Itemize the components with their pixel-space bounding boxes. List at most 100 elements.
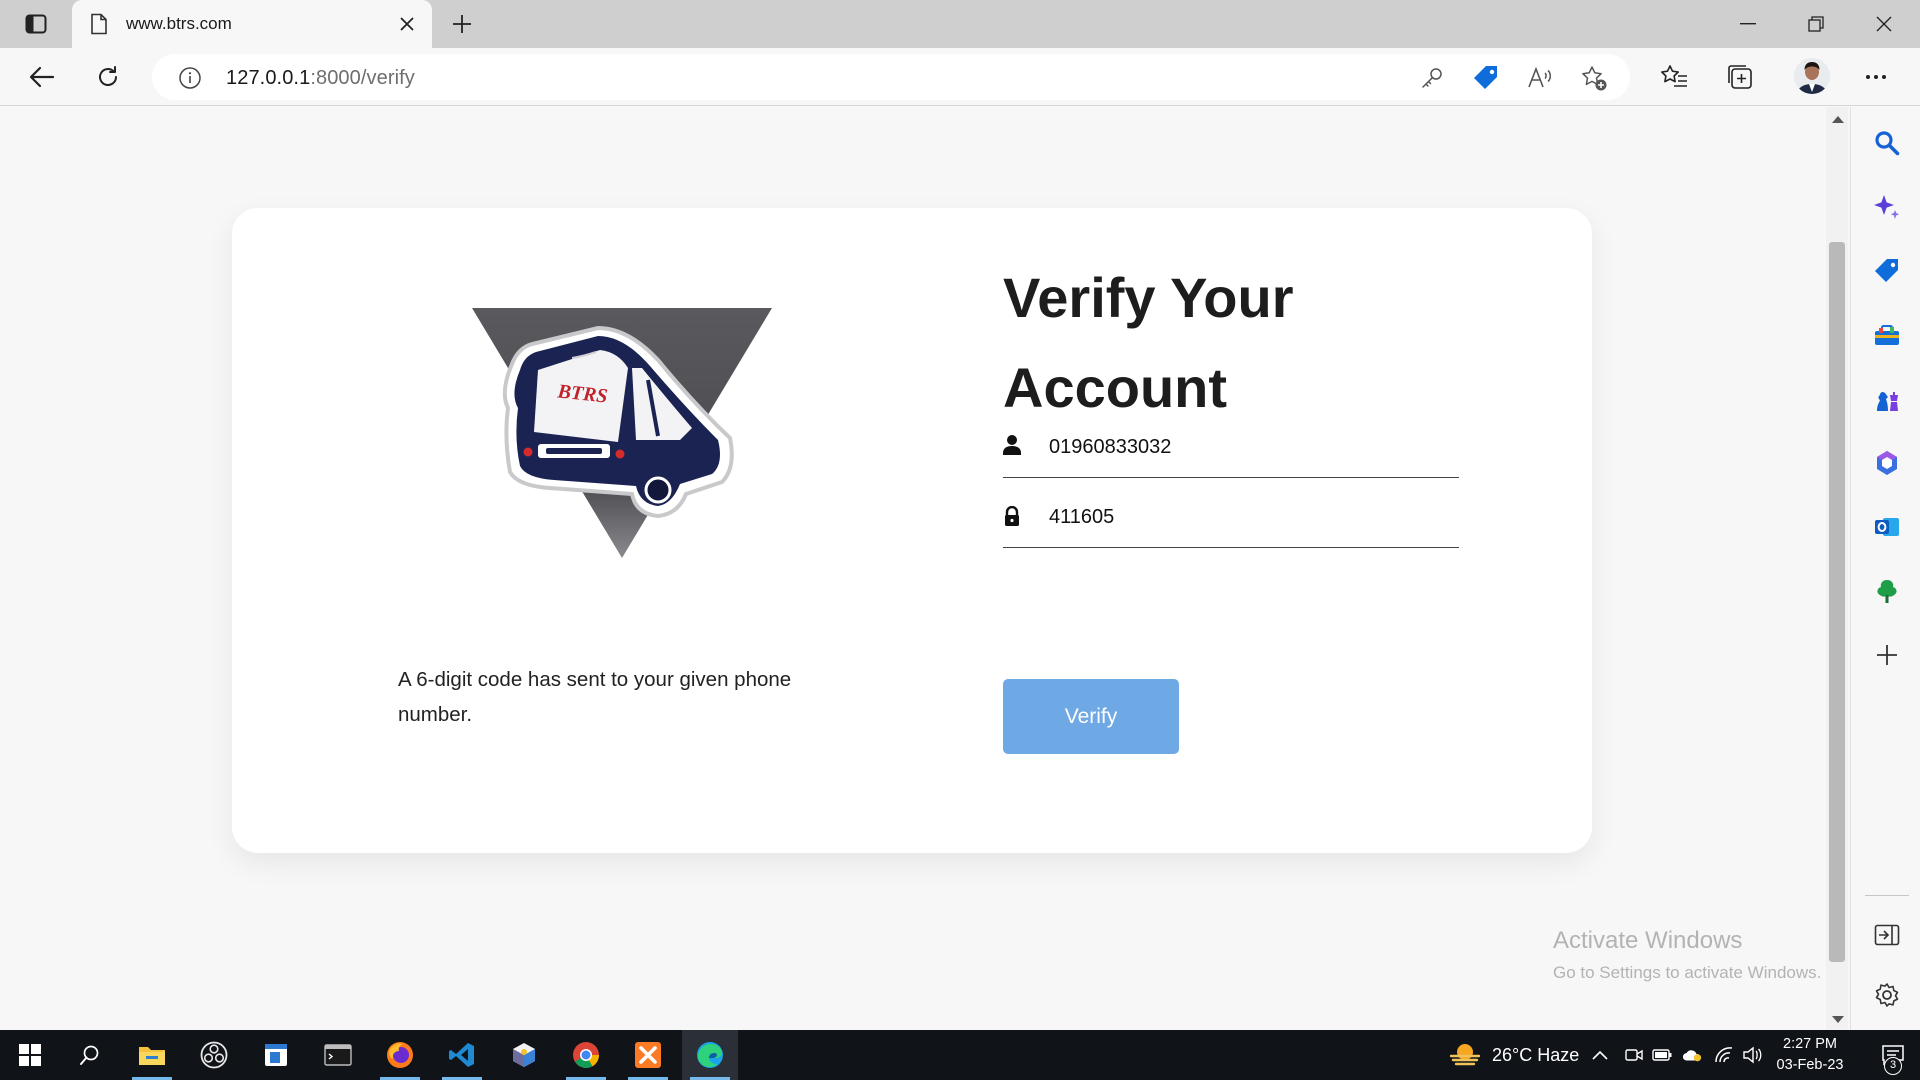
onedrive-tray[interactable] — [1682, 1045, 1702, 1065]
vscode-icon — [449, 1043, 474, 1067]
firefox-button[interactable] — [372, 1030, 428, 1080]
code-field[interactable] — [1003, 496, 1459, 548]
tab-actions-icon — [25, 14, 47, 34]
battery-tray[interactable] — [1652, 1045, 1672, 1065]
start-button[interactable] — [2, 1030, 58, 1080]
minimize-icon — [1740, 23, 1756, 25]
taskbar-search-button[interactable] — [62, 1030, 118, 1080]
profile-button[interactable] — [1792, 56, 1832, 96]
address-bar[interactable]: 127.0.0.1:8000/verify — [152, 54, 1630, 100]
plus-icon — [453, 15, 471, 33]
show-hidden-icons-button[interactable] — [1590, 1045, 1610, 1065]
page-icon — [90, 13, 108, 40]
file-explorer-button[interactable] — [124, 1030, 180, 1080]
browser-tab[interactable]: www.btrs.com — [72, 0, 432, 48]
folder-icon — [139, 1047, 165, 1065]
sidebar-settings-button[interactable] — [1871, 979, 1903, 1011]
restore-icon — [1808, 16, 1824, 32]
close-icon — [1876, 16, 1892, 32]
edge-icon — [697, 1042, 723, 1068]
sidebar-outlook-button[interactable] — [1871, 511, 1903, 543]
site-info-icon[interactable] — [178, 66, 202, 95]
phone-input[interactable] — [1049, 432, 1449, 462]
office-icon — [1877, 451, 1897, 475]
scroll-thumb[interactable] — [1829, 242, 1845, 962]
code-sent-note: A 6-digit code has sent to your given ph… — [398, 668, 792, 726]
scroll-down-icon[interactable] — [1832, 1016, 1844, 1023]
network-tray[interactable] — [1714, 1045, 1734, 1065]
sidebar-hide-button[interactable] — [1871, 919, 1903, 951]
toolbox-icon — [1875, 325, 1899, 345]
close-tab-icon[interactable] — [396, 13, 418, 35]
sidebar-tools-button[interactable] — [1871, 319, 1903, 351]
tab-strip: www.btrs.com — [0, 0, 1920, 48]
wifi-icon — [1715, 1047, 1733, 1063]
xampp-button[interactable] — [620, 1030, 676, 1080]
more-icon — [1866, 75, 1886, 79]
sidebar-office-button[interactable] — [1871, 447, 1903, 479]
favorites-icon — [1661, 65, 1687, 87]
verify-button[interactable]: Verify — [1003, 679, 1179, 754]
settings-more-button[interactable] — [1858, 59, 1894, 95]
terminal-button[interactable] — [310, 1030, 366, 1080]
tab-title: www.btrs.com — [126, 14, 232, 33]
edge-button[interactable] — [682, 1030, 738, 1080]
page-title: Verify Your Account — [1003, 266, 1294, 419]
sidebar-games-button[interactable] — [1871, 383, 1903, 415]
outlook-icon — [1875, 518, 1899, 536]
avatar — [1794, 58, 1830, 94]
scroll-up-icon[interactable] — [1832, 116, 1844, 123]
sidebar-add-button[interactable] — [1871, 639, 1903, 671]
edge-sidebar — [1850, 107, 1920, 1030]
page-viewport: BTRS A 6-digit code has sent to your giv… — [0, 107, 1850, 1030]
notepad-icon — [265, 1044, 287, 1066]
window-close-button[interactable] — [1856, 0, 1912, 48]
weather-text: 26°C Haze — [1492, 1044, 1580, 1065]
verify-card: BTRS A 6-digit code has sent to your giv… — [232, 208, 1592, 853]
obs-icon — [200, 1041, 228, 1069]
sparkle-icon — [1874, 195, 1900, 219]
back-button[interactable] — [24, 59, 60, 95]
windows-taskbar: 26°C Haze 2:27 PM 03-Feb-23 3 — [0, 1030, 1920, 1080]
speaker-icon — [1743, 1046, 1762, 1064]
sidebar-shopping-button[interactable] — [1871, 255, 1903, 287]
url-host: 127.0.0.1 — [226, 67, 311, 89]
collections-button[interactable] — [1722, 59, 1758, 95]
xampp-icon — [635, 1042, 661, 1068]
read-aloud-icon[interactable] — [1526, 64, 1554, 92]
refresh-button[interactable] — [90, 59, 126, 95]
restore-button[interactable] — [1788, 0, 1844, 48]
virtualbox-button[interactable] — [496, 1030, 552, 1080]
weather-widget[interactable]: 26°C Haze — [1448, 1038, 1579, 1072]
activate-windows-watermark: Activate Windows Go to Settings to activ… — [1553, 927, 1821, 983]
obs-studio-button[interactable] — [186, 1030, 242, 1080]
camera-icon — [1625, 1049, 1643, 1061]
tab-actions-button[interactable] — [14, 10, 58, 38]
favorites-button[interactable] — [1656, 59, 1692, 95]
notepad-button[interactable] — [248, 1030, 304, 1080]
code-input[interactable] — [1049, 502, 1449, 532]
lock-icon — [1005, 506, 1019, 526]
url-text[interactable]: 127.0.0.1:8000/verify — [226, 67, 415, 90]
add-favorite-icon[interactable] — [1580, 64, 1608, 92]
watermark-subtitle: Go to Settings to activate Windows. — [1553, 963, 1822, 982]
refresh-icon — [99, 66, 117, 86]
address-toolbar: 127.0.0.1:8000/verify — [0, 48, 1920, 106]
page-scrollbar[interactable] — [1826, 107, 1848, 1030]
volume-tray[interactable] — [1742, 1045, 1762, 1065]
key-icon[interactable] — [1418, 64, 1446, 92]
chrome-button[interactable] — [558, 1030, 614, 1080]
sidebar-drop-button[interactable] — [1871, 575, 1903, 607]
tree-icon — [1877, 580, 1897, 603]
sidebar-search-button[interactable] — [1871, 127, 1903, 159]
new-tab-button[interactable] — [448, 10, 476, 38]
clock-date: 03-Feb-23 — [1776, 1057, 1844, 1073]
shopping-tag-icon[interactable] — [1472, 64, 1500, 92]
taskbar-clock[interactable]: 2:27 PM 03-Feb-23 — [1770, 1034, 1850, 1076]
vscode-button[interactable] — [434, 1030, 490, 1080]
meet-now-tray[interactable] — [1624, 1045, 1644, 1065]
chevron-up-icon — [1592, 1050, 1608, 1060]
minimize-button[interactable] — [1720, 0, 1776, 48]
sidebar-copilot-button[interactable] — [1871, 191, 1903, 223]
phone-field[interactable] — [1003, 426, 1459, 478]
